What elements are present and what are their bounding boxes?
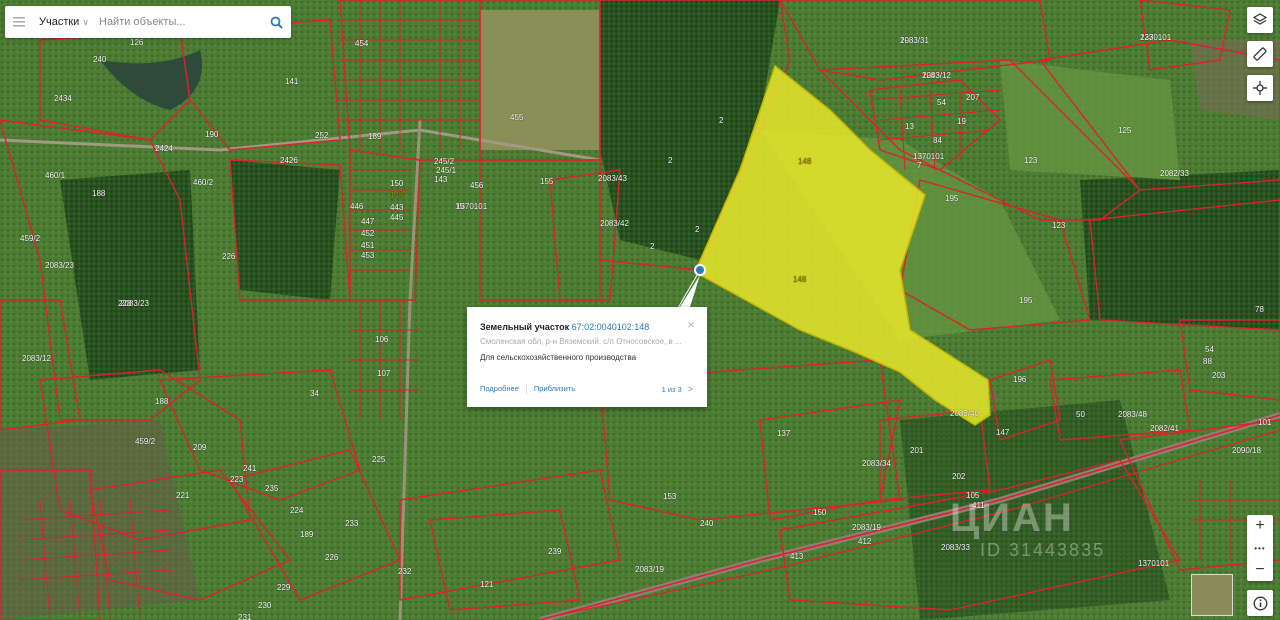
search-button[interactable] <box>261 6 291 38</box>
search-icon <box>270 16 283 29</box>
popup-purpose: Для сельскохозяйственного производства <box>480 353 637 362</box>
watermark-id: ID 31443835 <box>980 540 1106 560</box>
popup-title-text: Земельный участок <box>480 322 570 332</box>
popup-links: Подробнее Приблизить <box>480 384 575 395</box>
layer-select[interactable]: Участки ∨ <box>33 6 95 38</box>
ruler-button[interactable] <box>1247 41 1273 67</box>
zoom-control: + ••• − <box>1247 515 1273 581</box>
zoom-out-button[interactable]: − <box>1247 559 1273 581</box>
link-divider <box>525 384 527 395</box>
menu-icon[interactable] <box>5 6 33 38</box>
zoom-in-button[interactable]: + <box>1247 515 1273 537</box>
chevron-right-icon[interactable]: > <box>688 384 693 394</box>
ruler-icon <box>1253 47 1267 61</box>
minimap[interactable] <box>1191 574 1233 616</box>
selected-point-marker <box>694 264 706 276</box>
layers-icon <box>1253 13 1267 25</box>
cadastral-number-link[interactable]: 67:02:0040102:148 <box>572 322 650 332</box>
close-icon[interactable]: × <box>687 318 695 331</box>
popup-pager[interactable]: 1 из 3 > <box>662 384 693 394</box>
layer-select-label: Участки <box>39 16 80 28</box>
popup-address: Смоленская обл, р-н Вяземский, с/п Относ… <box>480 337 682 346</box>
popup-title: Земельный участок 67:02:0040102:148 <box>480 322 649 332</box>
locate-icon <box>1253 81 1267 95</box>
info-button[interactable] <box>1247 590 1273 616</box>
zoom-to-link[interactable]: Приблизить <box>534 384 575 393</box>
zoom-more-button[interactable]: ••• <box>1247 537 1273 559</box>
search-bar: Участки ∨ <box>5 6 291 38</box>
pager-text: 1 из 3 <box>661 385 682 394</box>
layers-button[interactable] <box>1247 7 1273 33</box>
search-input[interactable] <box>95 7 261 37</box>
watermark-brand: ЦИАН <box>950 496 1074 540</box>
more-link[interactable]: Подробнее <box>480 384 519 393</box>
chevron-down-icon: ∨ <box>82 16 89 27</box>
locate-button[interactable] <box>1247 75 1273 101</box>
parcel-popup: Земельный участок 67:02:0040102:148 × См… <box>467 307 707 407</box>
info-icon <box>1253 596 1267 610</box>
